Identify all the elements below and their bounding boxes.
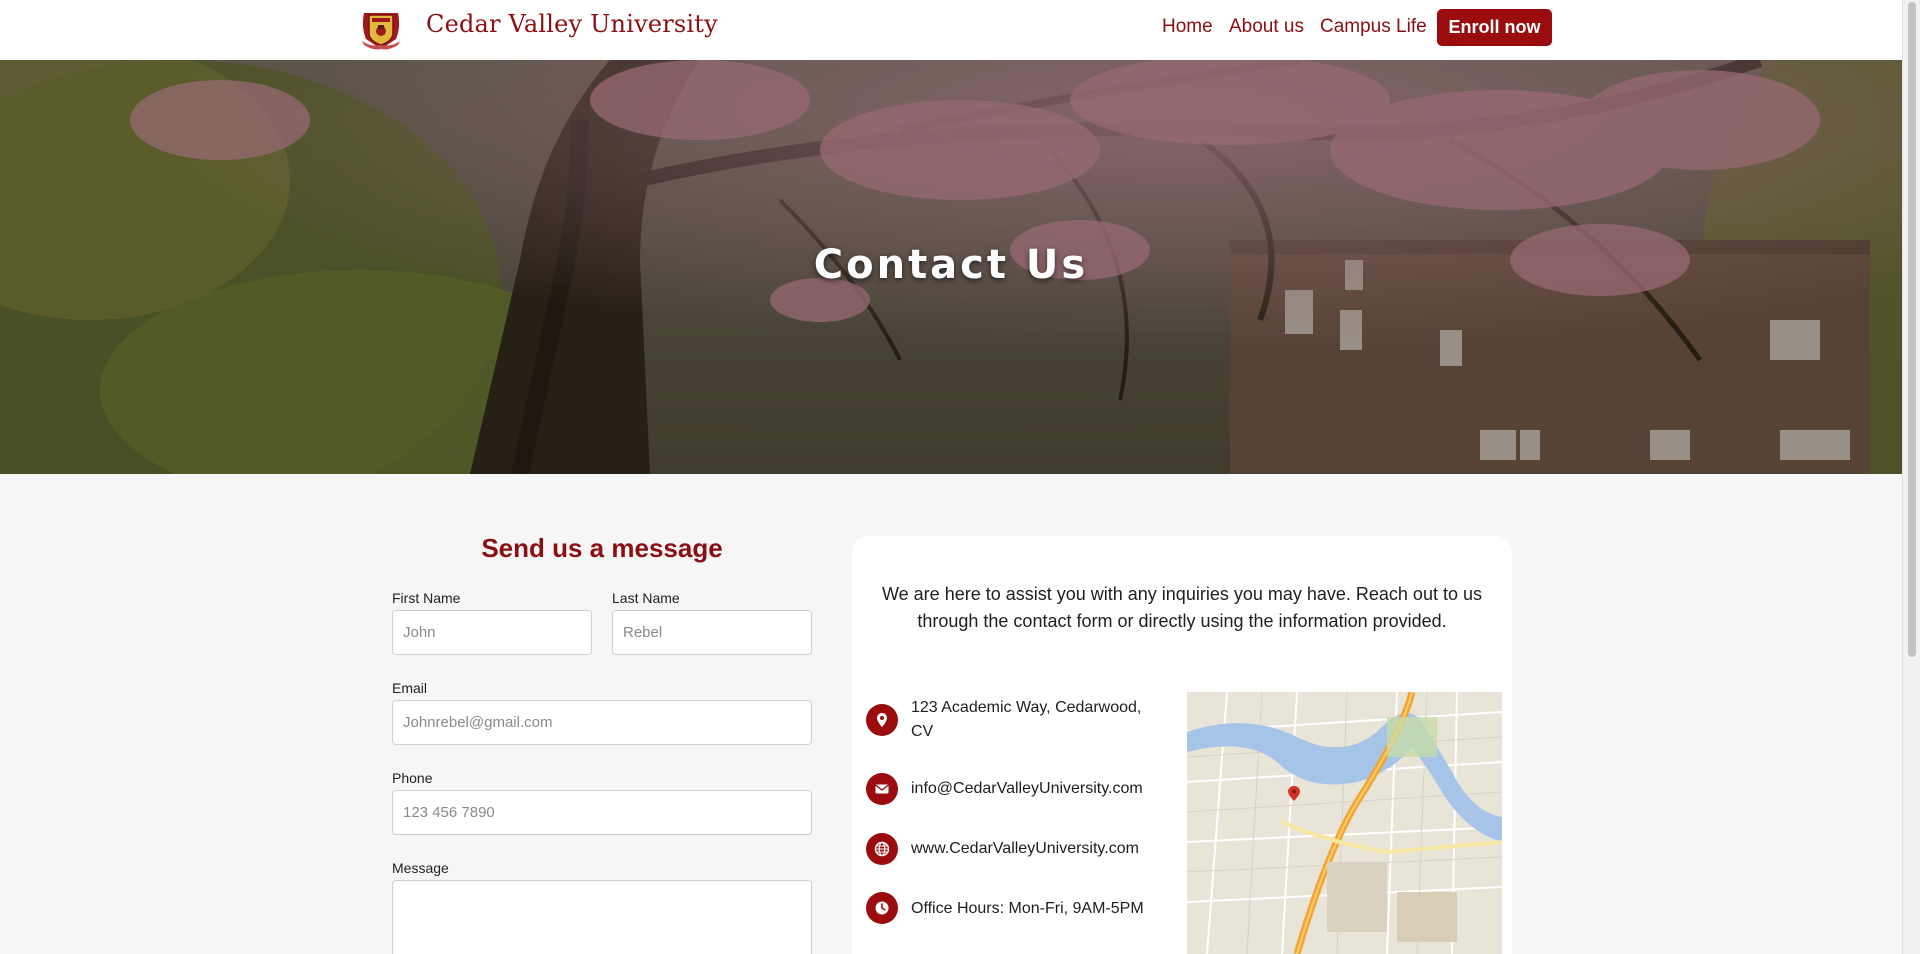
page-title: Contact Us (813, 242, 1089, 288)
clock-icon (866, 892, 898, 924)
nav-about-link[interactable]: About us (1229, 16, 1304, 38)
globe-icon (866, 833, 898, 865)
enroll-now-button[interactable]: Enroll now (1437, 9, 1552, 46)
nav-home-link[interactable]: Home (1162, 16, 1213, 38)
contact-address: 123 Academic Way, Cedarwood, CV (911, 699, 1142, 740)
last-name-input[interactable] (612, 610, 812, 655)
email-label: Email (392, 680, 428, 696)
message-label: Message (392, 860, 449, 876)
site-header: Cedar Valley University Home About us Ca… (0, 0, 1902, 60)
first-name-label: First Name (392, 590, 461, 606)
location-pin-icon (866, 704, 898, 736)
email-input[interactable] (392, 700, 812, 745)
contact-website-link[interactable]: www.CedarValleyUniversity.com (911, 837, 1151, 861)
contact-email-link[interactable]: info@CedarValleyUniversity.com (911, 777, 1151, 801)
office-hours-text: Office Hours: Mon-Fri, 9AM-5PM (911, 900, 1144, 917)
phone-label: Phone (392, 770, 433, 786)
contact-intro-text: We are here to assist you with any inqui… (882, 584, 1482, 631)
scrollbar-thumb[interactable] (1908, 2, 1916, 657)
university-name[interactable]: Cedar Valley University (426, 10, 718, 38)
location-map[interactable] (1187, 692, 1502, 954)
nav-campus-life-link[interactable]: Campus Life (1320, 16, 1427, 38)
page-scrollbar[interactable] (1902, 0, 1920, 954)
first-name-input[interactable] (392, 610, 592, 655)
hero-banner: Contact Us (0, 60, 1902, 474)
form-heading: Send us a message (481, 533, 723, 563)
message-textarea[interactable] (392, 880, 812, 954)
envelope-icon (866, 773, 898, 805)
university-crest-logo[interactable] (358, 5, 404, 51)
phone-input[interactable] (392, 790, 812, 835)
last-name-label: Last Name (612, 590, 680, 606)
